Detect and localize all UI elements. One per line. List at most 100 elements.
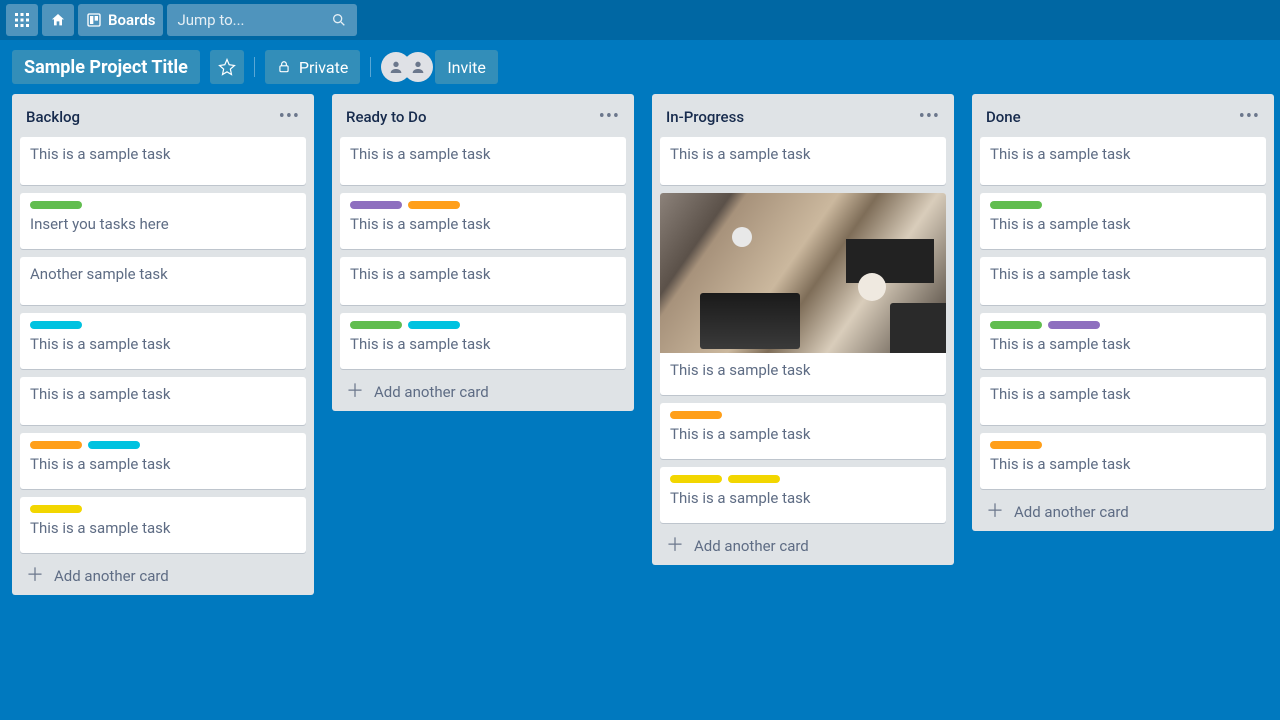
plus-icon: ＋ (346, 383, 364, 401)
add-card-label: Add another card (54, 567, 169, 585)
card[interactable]: This is a sample task (980, 433, 1266, 489)
card-label-green[interactable] (350, 321, 402, 329)
card-label-blue[interactable] (88, 441, 140, 449)
add-card-button[interactable]: ＋ Add another card (20, 561, 306, 587)
list-title[interactable]: Done (986, 108, 1021, 126)
card-title: This is a sample task (350, 265, 616, 283)
list-menu-button[interactable]: ••• (919, 106, 940, 127)
card[interactable]: This is a sample task (980, 377, 1266, 425)
card[interactable]: This is a sample task (660, 467, 946, 523)
card-label-green[interactable] (990, 321, 1042, 329)
apps-button[interactable] (6, 4, 38, 36)
card-labels (30, 441, 296, 449)
visibility-button[interactable]: Private (265, 50, 360, 84)
card[interactable]: This is a sample task (660, 137, 946, 185)
plus-icon: ＋ (666, 537, 684, 555)
card[interactable]: This is a sample task (340, 257, 626, 305)
card-label-orange[interactable] (30, 441, 82, 449)
card[interactable]: This is a sample task (20, 137, 306, 185)
card-title: This is a sample task (990, 265, 1256, 283)
member-avatars (381, 52, 425, 82)
board-title[interactable]: Sample Project Title (12, 50, 200, 84)
card[interactable]: This is a sample task (660, 403, 946, 459)
search-placeholder: Jump to... (177, 11, 244, 29)
card[interactable]: This is a sample task (340, 313, 626, 369)
card-label-yellow[interactable] (670, 475, 722, 483)
card[interactable]: This is a sample task (340, 137, 626, 185)
card[interactable]: This is a sample task (20, 377, 306, 425)
list-title[interactable]: In-Progress (666, 108, 744, 126)
add-card-button[interactable]: ＋Add another card (340, 377, 626, 403)
card-title: This is a sample task (30, 519, 296, 537)
card-label-orange[interactable] (990, 441, 1042, 449)
card-label-blue[interactable] (30, 321, 82, 329)
list-header: In-Progress ••• (660, 102, 946, 129)
avatar[interactable] (403, 52, 433, 82)
person-icon (410, 59, 426, 75)
list-menu-button[interactable]: ••• (599, 106, 620, 127)
card-title: This is a sample task (670, 361, 936, 379)
card-title: This is a sample task (30, 335, 296, 353)
add-card-button[interactable]: ＋Add another card (980, 497, 1266, 523)
list-header: Done ••• (980, 102, 1266, 129)
list-menu-button[interactable]: ••• (1239, 106, 1260, 127)
card[interactable]: This is a sample task (980, 313, 1266, 369)
card[interactable]: This is a sample task (980, 137, 1266, 185)
card-label-yellow[interactable] (30, 505, 82, 513)
card-labels (30, 321, 296, 329)
card-title: This is a sample task (990, 385, 1256, 403)
star-icon (218, 58, 236, 76)
card[interactable]: This is a sample task (20, 433, 306, 489)
plus-icon: ＋ (26, 567, 44, 585)
list: Backlog ••• This is a sample task Insert yo… (12, 94, 314, 595)
list-title[interactable]: Backlog (26, 108, 80, 126)
add-card-button[interactable]: ＋Add another card (660, 531, 946, 557)
list-menu-button[interactable]: ••• (279, 106, 300, 127)
card-title: This is a sample task (350, 215, 616, 233)
card-label-yellow[interactable] (728, 475, 780, 483)
card-labels (670, 411, 936, 419)
boards-label: Boards (108, 11, 155, 29)
app-header: Boards Jump to... (0, 0, 1280, 40)
card[interactable]: This is a sample task (340, 193, 626, 249)
invite-button[interactable]: Invite (435, 50, 498, 84)
search-input[interactable]: Jump to... (167, 4, 357, 36)
home-icon (50, 12, 66, 28)
card[interactable]: Another sample task (20, 257, 306, 305)
card[interactable]: Insert you tasks here (20, 193, 306, 249)
card-title: Insert you tasks here (30, 215, 296, 233)
card-title: This is a sample task (990, 215, 1256, 233)
star-button[interactable] (210, 50, 244, 84)
card-label-orange[interactable] (670, 411, 722, 419)
card[interactable]: This is a sample task (20, 497, 306, 553)
board-header: Sample Project Title Private Invite (0, 40, 1280, 94)
card-labels (990, 441, 1256, 449)
card-label-green[interactable] (30, 201, 82, 209)
card-labels (990, 321, 1256, 329)
card-title: This is a sample task (990, 455, 1256, 473)
visibility-label: Private (299, 58, 348, 77)
card-label-purple[interactable] (1048, 321, 1100, 329)
list: Done ••• This is a sample task This is a sa… (972, 94, 1274, 531)
card[interactable]: This is a sample task (980, 257, 1266, 305)
card-labels (30, 505, 296, 513)
list: In-Progress ••• This is a sample task This … (652, 94, 954, 565)
card-cover-image (660, 193, 946, 353)
card[interactable]: This is a sample task (20, 313, 306, 369)
search-icon (331, 12, 347, 28)
boards-button[interactable]: Boards (78, 4, 163, 36)
card-label-blue[interactable] (408, 321, 460, 329)
card-label-green[interactable] (990, 201, 1042, 209)
invite-label: Invite (447, 58, 486, 77)
card[interactable]: This is a sample task (660, 193, 946, 395)
card-label-purple[interactable] (350, 201, 402, 209)
home-button[interactable] (42, 4, 74, 36)
card-labels (990, 201, 1256, 209)
list-title[interactable]: Ready to Do (346, 108, 426, 126)
card-labels (670, 475, 936, 483)
list-header: Ready to Do ••• (340, 102, 626, 129)
card-label-orange[interactable] (408, 201, 460, 209)
card[interactable]: This is a sample task (980, 193, 1266, 249)
card-title: This is a sample task (30, 385, 296, 403)
divider (254, 57, 255, 77)
